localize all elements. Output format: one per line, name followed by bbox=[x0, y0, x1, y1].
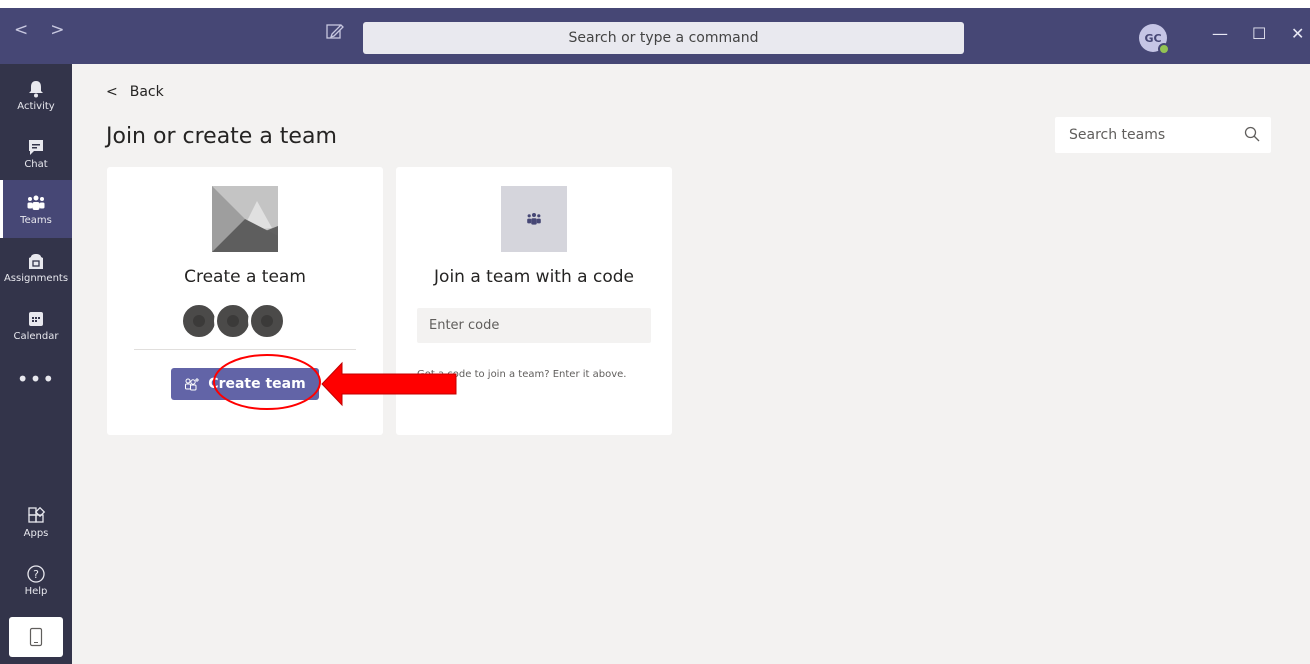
member-avatars bbox=[180, 302, 286, 340]
create-team-card: Create a team Create team bbox=[107, 167, 383, 435]
join-team-image bbox=[501, 186, 567, 252]
back-link[interactable]: < Back bbox=[106, 84, 164, 100]
search-teams-placeholder: Search teams bbox=[1069, 127, 1166, 143]
create-team-button[interactable]: Create team bbox=[171, 368, 319, 400]
apps-icon bbox=[28, 506, 46, 523]
avatar bbox=[180, 302, 218, 340]
page-title: Join or create a team bbox=[106, 124, 337, 149]
join-hint-text: Got a code to join a team? Enter it abov… bbox=[417, 369, 627, 380]
rail-item-assignments[interactable]: Assignments bbox=[0, 238, 72, 296]
history-navigation: < > bbox=[14, 20, 65, 40]
join-team-card: Join a team with a code Got a code to jo… bbox=[396, 167, 672, 435]
help-icon: ? bbox=[27, 564, 45, 583]
close-icon[interactable]: ✕ bbox=[1291, 24, 1304, 43]
team-code-input[interactable] bbox=[417, 308, 651, 343]
rail-label: Apps bbox=[23, 527, 49, 539]
chevron-left-icon: < bbox=[106, 84, 118, 100]
rail-item-activity[interactable]: Activity bbox=[0, 66, 72, 124]
rail-label: Teams bbox=[20, 214, 52, 226]
avatar-initials: GC bbox=[1144, 31, 1162, 45]
add-team-icon bbox=[185, 378, 200, 391]
rail-label: Chat bbox=[24, 158, 48, 170]
search-teams-input[interactable]: Search teams bbox=[1055, 117, 1271, 153]
rail-label: Assignments bbox=[3, 272, 69, 284]
search-icon bbox=[1244, 126, 1260, 142]
assignments-icon bbox=[29, 253, 43, 269]
rail-label: Activity bbox=[17, 100, 55, 112]
back-label: Back bbox=[129, 84, 164, 100]
top-edge bbox=[0, 0, 1310, 8]
rail-item-help[interactable]: ? Help bbox=[0, 551, 72, 609]
user-avatar[interactable]: GC bbox=[1139, 24, 1170, 55]
svg-text:?: ? bbox=[33, 568, 39, 581]
compose-icon[interactable] bbox=[324, 20, 346, 42]
join-team-title: Join a team with a code bbox=[434, 267, 634, 287]
rail-item-chat[interactable]: Chat bbox=[0, 124, 72, 182]
create-team-label: Create team bbox=[208, 376, 306, 392]
team-image-placeholder bbox=[212, 186, 278, 252]
rail-item-calendar[interactable]: Calendar bbox=[0, 296, 72, 354]
phone-icon bbox=[29, 627, 43, 647]
calendar-icon bbox=[29, 311, 43, 326]
rail-label: Help bbox=[24, 585, 48, 597]
divider bbox=[134, 349, 356, 350]
more-icon: ••• bbox=[16, 367, 56, 391]
create-team-title: Create a team bbox=[184, 267, 306, 287]
back-arrow-icon[interactable]: < bbox=[14, 20, 28, 40]
chat-icon bbox=[29, 139, 43, 155]
forward-arrow-icon[interactable]: > bbox=[50, 20, 64, 40]
rail-label: Calendar bbox=[13, 330, 59, 342]
minimize-icon[interactable]: — bbox=[1212, 24, 1228, 43]
rail-more-button[interactable]: ••• bbox=[0, 350, 72, 408]
rail-item-teams[interactable]: Teams bbox=[0, 180, 72, 238]
rail-item-apps[interactable]: Apps bbox=[0, 493, 72, 551]
app-rail: Activity Chat Teams Assignments Calendar… bbox=[0, 64, 72, 664]
teams-icon bbox=[527, 213, 541, 225]
avatar bbox=[248, 302, 286, 340]
avatar bbox=[214, 302, 252, 340]
bell-icon bbox=[29, 80, 43, 97]
command-search-bar[interactable]: Search or type a command bbox=[363, 22, 964, 54]
main-content: < Back Join or create a team Search team… bbox=[72, 64, 1310, 664]
maximize-icon[interactable]: ☐ bbox=[1252, 24, 1266, 43]
teams-icon bbox=[27, 195, 45, 210]
presence-icon bbox=[1158, 43, 1170, 55]
mobile-app-button[interactable] bbox=[9, 617, 63, 657]
